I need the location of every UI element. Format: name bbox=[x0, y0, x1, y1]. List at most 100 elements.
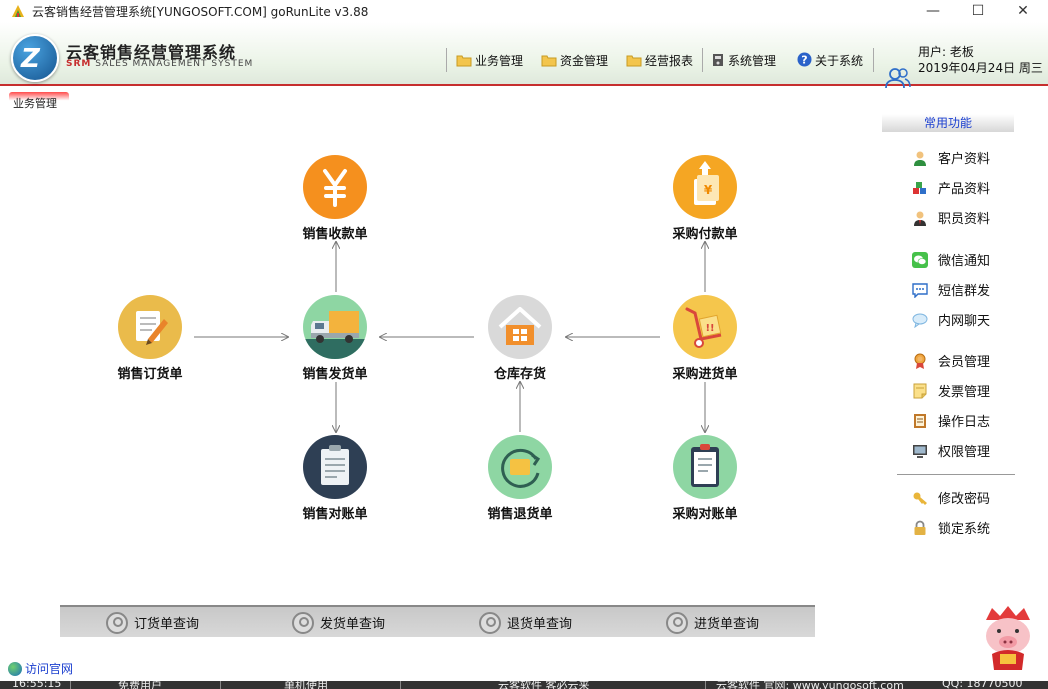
side-item-logs[interactable]: 操作日志 bbox=[912, 411, 990, 430]
app-window: 云客销售经营管理系统[YUNGOSOFT.COM] goRunLite v3.8… bbox=[0, 0, 1048, 689]
menu-business[interactable]: 业务管理 bbox=[456, 52, 523, 70]
customer-icon bbox=[914, 151, 926, 166]
return-query-button[interactable]: 退货单查询 bbox=[479, 612, 572, 634]
side-item-chat[interactable]: 内网聊天 bbox=[912, 310, 990, 329]
sms-icon bbox=[912, 283, 928, 298]
side-item-sms[interactable]: 短信群发 bbox=[912, 280, 991, 299]
app-header: Z 云客销售经营管理系统 SRM SALES MANAGEMENT SYSTEM… bbox=[0, 22, 1048, 89]
side-item-permissions[interactable]: 权限管理 bbox=[912, 441, 991, 460]
side-item-label: 发票管理 bbox=[938, 385, 991, 400]
product-icon bbox=[913, 182, 926, 194]
sales-return-node[interactable]: 销售退货单 bbox=[455, 435, 585, 522]
app-logo: Z bbox=[11, 34, 59, 82]
side-item-change-password[interactable]: 修改密码 bbox=[912, 488, 991, 507]
side-item-label: 修改密码 bbox=[938, 492, 991, 507]
chat-icon bbox=[912, 313, 928, 328]
order-pencil-icon bbox=[118, 295, 182, 359]
app-subtitle-text: SALES MANAGEMENT SYSTEM bbox=[91, 59, 254, 69]
svg-text:!!: !! bbox=[705, 323, 714, 334]
warehouse-icon bbox=[488, 295, 552, 359]
svg-text:¥: ¥ bbox=[704, 183, 713, 197]
staff-icon bbox=[914, 211, 926, 226]
sales-order-label: 销售订货单 bbox=[117, 367, 183, 382]
tab-business[interactable]: 业务管理 bbox=[9, 92, 69, 111]
app-subtitle-srm: SRM bbox=[66, 59, 92, 69]
side-item-label: 客户资料 bbox=[938, 152, 991, 167]
order-query-label: 订货单查询 bbox=[134, 617, 200, 632]
menu-finance[interactable]: 资金管理 bbox=[541, 52, 608, 70]
query-bar: 订货单查询 发货单查询 退货单查询 进货单查询 bbox=[60, 605, 815, 637]
payment-doc-icon: ¥ bbox=[673, 155, 737, 219]
menu-business-label: 业务管理 bbox=[475, 54, 524, 68]
side-divider bbox=[897, 474, 1015, 475]
delivery-query-button[interactable]: 发货单查询 bbox=[292, 612, 385, 634]
menu-about-label: 关于系统 bbox=[815, 54, 864, 68]
yen-icon bbox=[303, 155, 367, 219]
order-query-button[interactable]: 订货单查询 bbox=[106, 612, 199, 634]
svg-text:?: ? bbox=[801, 54, 807, 67]
globe-icon bbox=[8, 662, 22, 676]
purchase-statement-label: 采购对账单 bbox=[672, 507, 738, 522]
side-item-label: 锁定系统 bbox=[938, 522, 991, 537]
tab-business-label: 业务管理 bbox=[13, 97, 57, 110]
menu-reports[interactable]: 经营报表 bbox=[626, 52, 693, 70]
window-title: 云客销售经营管理系统[YUNGOSOFT.COM] goRunLite v3.8… bbox=[32, 5, 369, 19]
purchase-payment-node[interactable]: ¥ 采购付款单 bbox=[640, 155, 770, 242]
sales-receipt-node[interactable]: 销售收款单 bbox=[270, 155, 400, 242]
member-icon bbox=[914, 353, 926, 369]
side-item-label: 微信通知 bbox=[938, 254, 991, 269]
system-icon bbox=[713, 54, 723, 66]
side-item-label: 产品资料 bbox=[938, 182, 991, 197]
side-item-lock-system[interactable]: 锁定系统 bbox=[912, 518, 991, 537]
key-icon bbox=[913, 492, 927, 505]
app-logo-icon bbox=[12, 5, 24, 17]
folder-icon bbox=[541, 55, 557, 67]
wechat-icon bbox=[912, 252, 928, 268]
user-icon bbox=[885, 68, 911, 89]
search-icon bbox=[479, 612, 501, 634]
side-item-label: 短信群发 bbox=[938, 284, 991, 299]
search-icon bbox=[292, 612, 314, 634]
sales-receipt-label: 销售收款单 bbox=[302, 227, 368, 242]
sales-delivery-node[interactable]: 销售发货单 bbox=[270, 295, 400, 382]
search-icon bbox=[106, 612, 128, 634]
return-box-icon bbox=[488, 435, 552, 499]
menu-reports-label: 经营报表 bbox=[645, 54, 694, 68]
status-separator bbox=[705, 681, 706, 689]
sales-statement-label: 销售对账单 bbox=[302, 507, 368, 522]
status-qq: QQ: 18770500 bbox=[942, 681, 1023, 689]
permission-icon bbox=[913, 445, 927, 458]
sales-order-node[interactable]: 销售订货单 bbox=[85, 295, 215, 382]
side-item-label: 职员资料 bbox=[938, 212, 991, 227]
minimize-button[interactable]: — bbox=[910, 0, 956, 22]
side-item-staff[interactable]: 职员资料 bbox=[912, 208, 991, 227]
menu-about[interactable]: ? 关于系统 bbox=[797, 52, 863, 70]
status-site: 云客软件 官网: www.yungosoft.com bbox=[716, 681, 904, 689]
visit-website-link[interactable]: 访问官网 bbox=[8, 660, 73, 677]
status-slogan: 云客软件 客必云来 bbox=[498, 681, 590, 689]
purchase-query-button[interactable]: 进货单查询 bbox=[666, 612, 759, 634]
purchase-receipt-node[interactable]: !! 采购进货单 bbox=[640, 295, 770, 382]
current-date: 2019年04月24日 周三 bbox=[918, 61, 1043, 75]
side-item-invoices[interactable]: 发票管理 bbox=[912, 381, 991, 400]
checklist-icon bbox=[673, 435, 737, 499]
side-item-customers[interactable]: 客户资料 bbox=[912, 148, 991, 167]
close-button[interactable]: ✕ bbox=[1000, 0, 1046, 22]
menu-system-label: 系统管理 bbox=[728, 54, 777, 68]
purchase-statement-node[interactable]: 采购对账单 bbox=[640, 435, 770, 522]
side-item-label: 权限管理 bbox=[938, 445, 991, 460]
sales-statement-node[interactable]: 销售对账单 bbox=[270, 435, 400, 522]
side-item-products[interactable]: 产品资料 bbox=[912, 178, 991, 197]
menu-separator bbox=[446, 48, 447, 72]
warehouse-stock-node[interactable]: 仓库存货 bbox=[455, 295, 585, 382]
menu-finance-label: 资金管理 bbox=[560, 54, 609, 68]
side-item-wechat[interactable]: 微信通知 bbox=[912, 250, 991, 269]
side-item-members[interactable]: 会员管理 bbox=[912, 351, 991, 370]
sales-return-label: 销售退货单 bbox=[487, 507, 553, 522]
side-panel-heading: 常用功能 bbox=[882, 114, 1014, 132]
maximize-button[interactable]: ☐ bbox=[955, 0, 1001, 22]
side-item-label: 会员管理 bbox=[938, 355, 991, 370]
menu-system[interactable]: 系统管理 bbox=[711, 52, 776, 70]
help-icon: ? bbox=[797, 52, 812, 67]
lock-icon bbox=[914, 520, 926, 535]
